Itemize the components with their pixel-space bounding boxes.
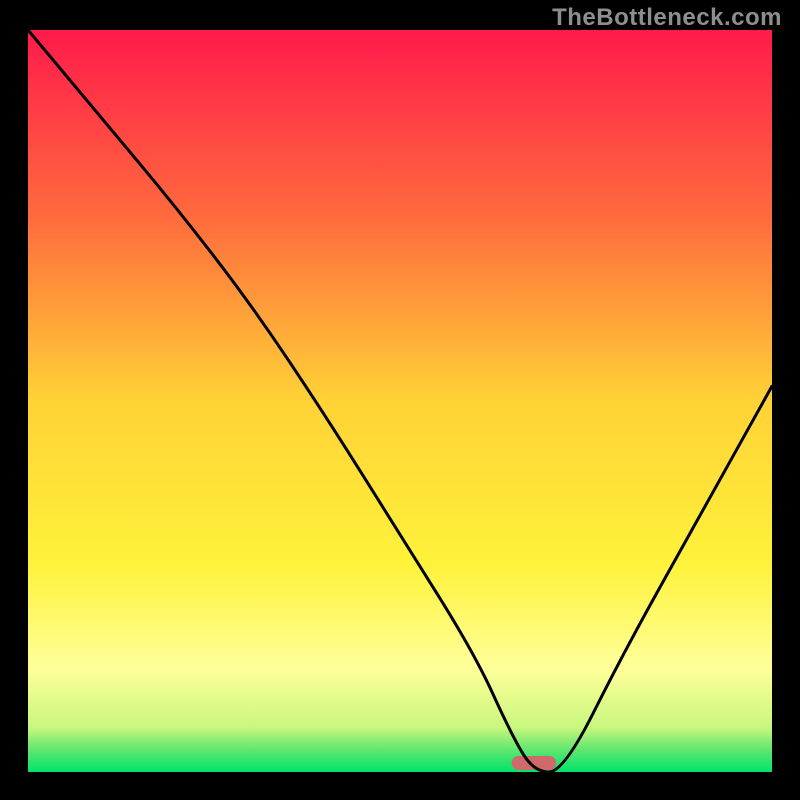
- chart-frame: TheBottleneck.com: [0, 0, 800, 800]
- watermark-text: TheBottleneck.com: [552, 4, 782, 32]
- chart-plot-area: [28, 30, 772, 772]
- bottleneck-chart: [0, 0, 800, 800]
